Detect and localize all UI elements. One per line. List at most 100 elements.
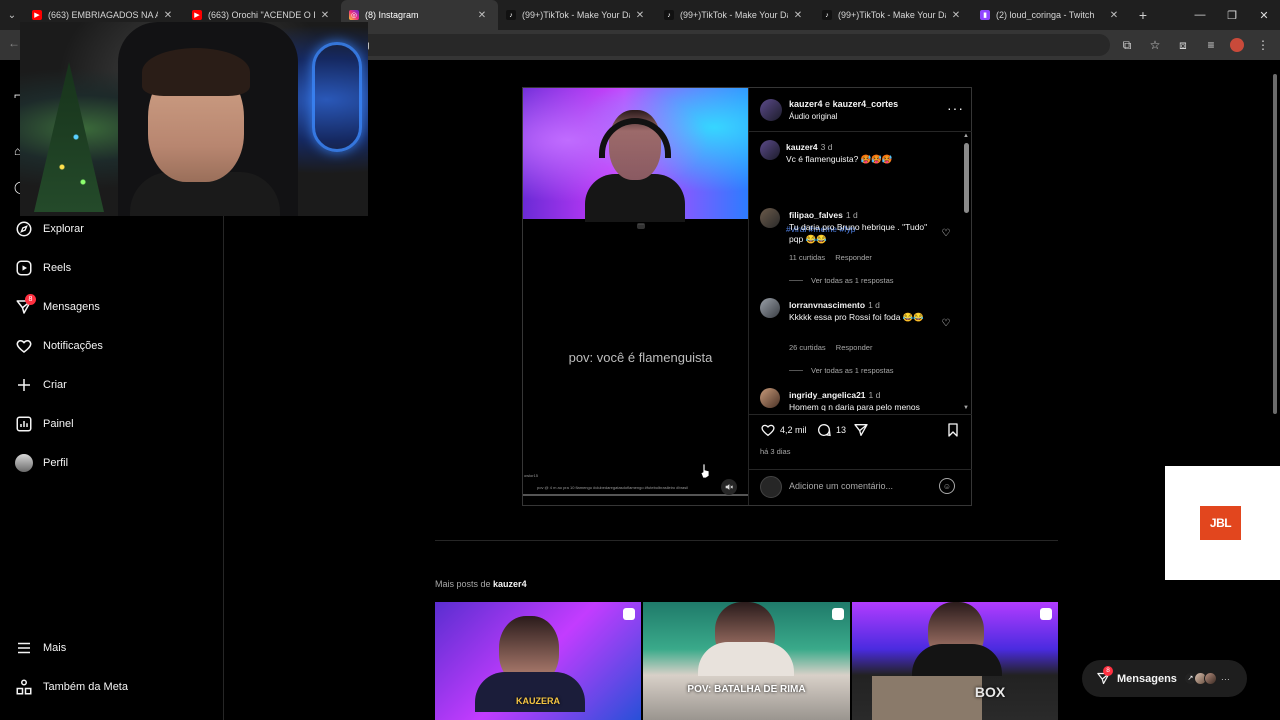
replies-line: [789, 370, 803, 371]
bookmark-star-icon[interactable]: ☆: [1146, 36, 1164, 54]
install-app-icon[interactable]: ⧉: [1118, 36, 1136, 54]
messages-floating-button[interactable]: 8 Mensagens ↗ ···: [1082, 660, 1247, 697]
window-controls: — ❐ ✕: [1184, 0, 1280, 30]
current-user-avatar: [760, 476, 782, 498]
close-icon[interactable]: ✕: [792, 10, 804, 21]
caption-avatar[interactable]: [760, 140, 780, 160]
christmas-tree: [34, 62, 104, 212]
comment-time: 1 d: [845, 210, 858, 220]
scroll-up-icon[interactable]: ▲: [963, 133, 969, 139]
comment-likes[interactable]: 11 curtidas: [789, 253, 825, 262]
reply-button[interactable]: Responder: [836, 343, 873, 352]
toolbar-icons: ⧉ ☆ ⧈ ≡ ⋮: [1118, 30, 1272, 60]
page-scrollbar[interactable]: [1271, 62, 1279, 720]
emoji-icon[interactable]: ☺: [939, 478, 955, 494]
reel-icon: [1040, 608, 1052, 620]
unread-badge: 8: [1103, 665, 1113, 676]
like-comment-heart-icon[interactable]: ♡: [940, 227, 952, 239]
tab-tiktok-2[interactable]: ♪ (99+)TikTok - Make Your Day ✕: [656, 0, 814, 30]
thumb-body: [698, 642, 794, 676]
minimize-icon[interactable]: —: [1184, 0, 1216, 30]
comment-likes[interactable]: 26 curtidas: [789, 343, 826, 352]
view-replies-button[interactable]: Ver todas as 1 respostas: [789, 276, 894, 285]
mute-button[interactable]: [721, 479, 737, 495]
close-window-icon[interactable]: ✕: [1248, 0, 1280, 30]
extensions-icon[interactable]: ⧈: [1174, 36, 1192, 54]
post-thumbnail[interactable]: BOX: [852, 602, 1058, 720]
tab-twitch[interactable]: ▮ (2) loud_coringa - Twitch ✕: [972, 0, 1130, 30]
post-thumbnail[interactable]: POV: BATALHA DE RIMA: [643, 602, 850, 720]
new-tab-button[interactable]: +: [1130, 7, 1156, 23]
streamer-hair: [142, 48, 250, 96]
nav-painel[interactable]: Painel: [14, 413, 74, 435]
like-comment-heart-icon[interactable]: ♡: [940, 317, 952, 329]
caption-author[interactable]: kauzer4 3 d: [786, 142, 833, 152]
tiktok-icon: ♪: [664, 10, 674, 20]
nav-mensagens[interactable]: 8 Mensagens: [14, 294, 100, 318]
view-replies-button[interactable]: Ver todas as 1 respostas: [789, 366, 894, 375]
tab-tiktok-1[interactable]: ♪ (99+)TikTok - Make Your Day ✕: [498, 0, 656, 30]
post-thumbnail[interactable]: KAUZERA: [435, 602, 641, 720]
save-button[interactable]: [945, 422, 965, 438]
share-button[interactable]: [853, 422, 873, 438]
like-button[interactable]: 4,2 mil: [760, 422, 807, 438]
close-icon[interactable]: ✕: [1108, 10, 1120, 21]
comment-avatar[interactable]: [760, 298, 780, 318]
comment-avatar[interactable]: [760, 388, 780, 408]
recent-chat-avatars: ↗: [1183, 672, 1217, 685]
video-hashtags: pov @ 4 m ao pra 10 flamengo #clubedareg…: [537, 485, 689, 490]
close-icon[interactable]: ✕: [319, 10, 331, 21]
more-posts-user-link[interactable]: kauzer4: [493, 579, 527, 589]
close-icon[interactable]: ✕: [162, 10, 174, 21]
comments-count: 13: [836, 425, 847, 435]
tab-tiktok-3[interactable]: ♪ (99+)TikTok - Make Your Day ✕: [814, 0, 972, 30]
comment-author[interactable]: ingridy_angelica21 1 d: [789, 390, 880, 400]
thumb-caption: KAUZERA: [516, 696, 560, 706]
thumb-body: [475, 672, 585, 712]
thumb-caption: BOX: [974, 684, 1006, 700]
comments-scrollbar[interactable]: ▲ ▼: [963, 133, 970, 411]
media-controls-icon[interactable]: ≡: [1202, 36, 1220, 54]
nav-perfil[interactable]: Perfil: [14, 452, 68, 474]
video-webcam-frame: [523, 88, 748, 222]
compass-icon: [14, 219, 34, 239]
post-actions: 4,2 mil 13 há 3 dias: [749, 414, 972, 474]
collab-author-link[interactable]: kauzer4_cortes: [833, 99, 899, 109]
nav-tambem-da-meta[interactable]: Também da Meta: [14, 676, 128, 698]
maximize-icon[interactable]: ❐: [1216, 0, 1248, 30]
reply-button[interactable]: Responder: [835, 253, 872, 262]
nav-notificacoes[interactable]: Notificações: [14, 335, 103, 357]
add-comment-input[interactable]: [789, 481, 929, 491]
nav-explorar[interactable]: Explorar: [14, 218, 84, 240]
more-options-icon[interactable]: ···: [947, 100, 964, 116]
close-icon[interactable]: ✕: [476, 10, 488, 21]
bookmark-icon: [948, 423, 958, 437]
reel-video[interactable]: ··· pov: você é flamenguista owlor15 pov…: [523, 88, 748, 505]
heart-icon: [14, 336, 34, 356]
page-scroll-thumb[interactable]: [1273, 74, 1277, 414]
author-avatar[interactable]: [760, 99, 782, 121]
comment-bubble-icon: [818, 424, 831, 437]
comment-author[interactable]: filipao_falves 1 d: [789, 210, 858, 220]
close-icon[interactable]: ✕: [950, 10, 962, 21]
kebab-menu-icon[interactable]: ⋮: [1254, 36, 1272, 54]
nav-reels[interactable]: Reels: [14, 257, 71, 279]
comment-text: Tu daria pro Bruno hebrique . "Tudo" pqp…: [789, 222, 928, 244]
profile-avatar[interactable]: [1230, 38, 1244, 52]
nav-criar[interactable]: Criar: [14, 374, 67, 396]
video-progress-bar[interactable]: [523, 494, 748, 496]
audio-link[interactable]: Áudio original: [789, 112, 837, 121]
address-bar[interactable]: g: [350, 34, 1110, 56]
close-icon[interactable]: ✕: [634, 10, 646, 21]
scroll-thumb[interactable]: [964, 143, 969, 213]
back-arrow-icon[interactable]: ←: [8, 36, 20, 50]
nav-mais[interactable]: Mais: [14, 637, 66, 659]
scroll-down-icon[interactable]: ▼: [963, 405, 969, 411]
messages-label: Mensagens: [1117, 672, 1177, 685]
menu-icon: [14, 638, 34, 658]
youtube-icon: ▶: [32, 10, 42, 20]
author-link[interactable]: kauzer4: [789, 99, 823, 109]
comment-author[interactable]: lorranvnascimento 1 d: [789, 300, 880, 310]
comment-avatar[interactable]: [760, 208, 780, 228]
comment-button[interactable]: 13: [816, 422, 846, 438]
